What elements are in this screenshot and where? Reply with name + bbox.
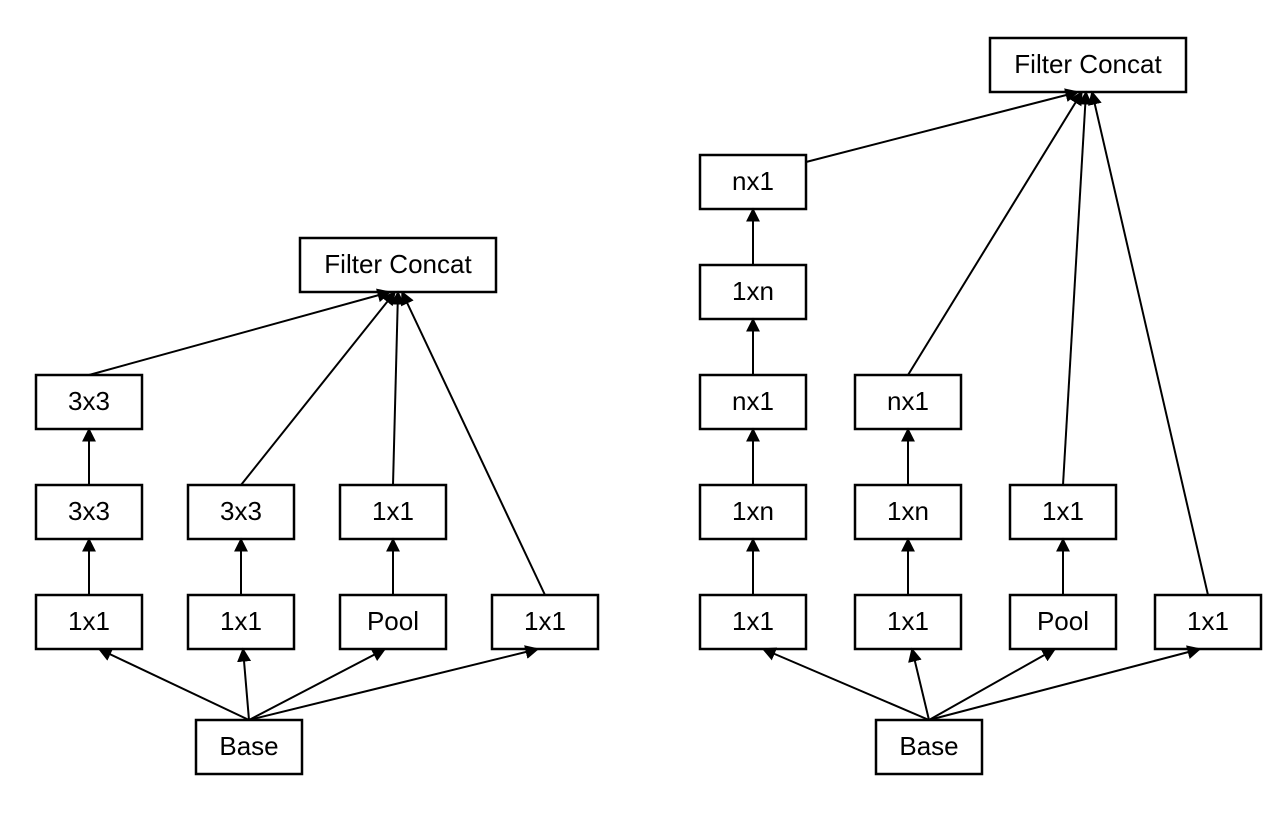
left-c1-n1-label: 3x3 bbox=[68, 496, 110, 526]
right-c2-n1-label: 1xn bbox=[887, 496, 929, 526]
edge-left-c2-concat bbox=[241, 292, 395, 485]
right-c1-n3: 1xn bbox=[700, 265, 806, 319]
right-c2-n2-label: nx1 bbox=[887, 386, 929, 416]
right-diagram: Base 1x1 1xn nx1 1xn nx1 1x1 bbox=[700, 38, 1261, 774]
left-c2-n1: 3x3 bbox=[188, 485, 294, 539]
left-c3-n1: 1x1 bbox=[340, 485, 446, 539]
right-c1-n4: nx1 bbox=[700, 155, 806, 209]
right-c1-n3-label: 1xn bbox=[732, 276, 774, 306]
left-diagram: Base 1x1 3x3 3x3 1x1 3x3 Pool bbox=[36, 238, 598, 774]
left-c1-n1: 3x3 bbox=[36, 485, 142, 539]
right-c1-n0-label: 1x1 bbox=[732, 606, 774, 636]
left-base: Base bbox=[196, 720, 302, 774]
right-concat: Filter Concat bbox=[990, 38, 1186, 92]
right-base: Base bbox=[876, 720, 982, 774]
right-c1-n2: nx1 bbox=[700, 375, 806, 429]
left-c2-n1-label: 3x3 bbox=[220, 496, 262, 526]
left-c1-n2-label: 3x3 bbox=[68, 386, 110, 416]
edge-left-base-c1 bbox=[99, 649, 249, 720]
left-concat-label: Filter Concat bbox=[324, 249, 472, 279]
edge-right-c1-concat bbox=[806, 92, 1078, 162]
edge-left-c3-concat bbox=[393, 292, 398, 485]
left-c2-n0-label: 1x1 bbox=[220, 606, 262, 636]
right-c1-n4-label: nx1 bbox=[732, 166, 774, 196]
left-c3-n1-label: 1x1 bbox=[372, 496, 414, 526]
edge-left-base-c4 bbox=[249, 649, 538, 720]
edge-left-base-c3 bbox=[249, 649, 385, 720]
right-c2-n0-label: 1x1 bbox=[887, 606, 929, 636]
right-c3-n0-label: Pool bbox=[1037, 606, 1089, 636]
edge-left-c4-concat bbox=[402, 292, 545, 595]
right-c3-n0: Pool bbox=[1010, 595, 1116, 649]
edge-right-c2-concat bbox=[908, 92, 1082, 375]
left-c1-n2: 3x3 bbox=[36, 375, 142, 429]
right-c2-n2: nx1 bbox=[855, 375, 961, 429]
edge-right-base-c4 bbox=[929, 649, 1200, 720]
edge-left-c1-concat bbox=[89, 292, 390, 375]
edge-right-base-c3 bbox=[929, 649, 1055, 720]
edge-right-base-c1 bbox=[763, 649, 929, 720]
right-c4-n0-label: 1x1 bbox=[1187, 606, 1229, 636]
edge-right-c3-concat bbox=[1063, 92, 1086, 485]
edge-left-base-c2 bbox=[243, 649, 249, 720]
right-base-label: Base bbox=[899, 731, 958, 761]
right-c3-n1: 1x1 bbox=[1010, 485, 1116, 539]
left-base-label: Base bbox=[219, 731, 278, 761]
right-c3-n1-label: 1x1 bbox=[1042, 496, 1084, 526]
right-c4-n0: 1x1 bbox=[1155, 595, 1261, 649]
left-c3-n0: Pool bbox=[340, 595, 446, 649]
diagram-canvas: Base 1x1 3x3 3x3 1x1 3x3 Pool bbox=[0, 0, 1265, 820]
right-c2-n0: 1x1 bbox=[855, 595, 961, 649]
left-concat: Filter Concat bbox=[300, 238, 496, 292]
right-c1-n1-label: 1xn bbox=[732, 496, 774, 526]
right-c1-n2-label: nx1 bbox=[732, 386, 774, 416]
edge-right-base-c2 bbox=[912, 649, 929, 720]
left-c4-n0: 1x1 bbox=[492, 595, 598, 649]
left-c1-n0-label: 1x1 bbox=[68, 606, 110, 636]
left-c4-n0-label: 1x1 bbox=[524, 606, 566, 636]
right-c1-n1: 1xn bbox=[700, 485, 806, 539]
right-concat-label: Filter Concat bbox=[1014, 49, 1162, 79]
left-c1-n0: 1x1 bbox=[36, 595, 142, 649]
left-c2-n0: 1x1 bbox=[188, 595, 294, 649]
right-c1-n0: 1x1 bbox=[700, 595, 806, 649]
left-c3-n0-label: Pool bbox=[367, 606, 419, 636]
right-c2-n1: 1xn bbox=[855, 485, 961, 539]
